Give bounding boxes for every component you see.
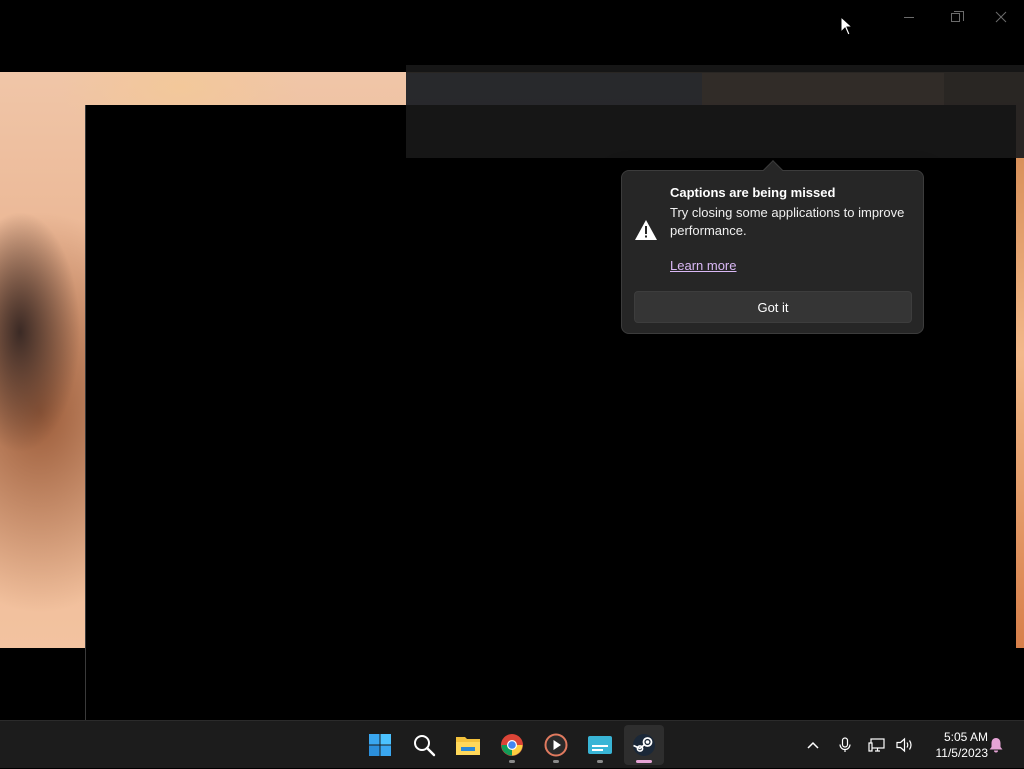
running-indicator [509,760,515,763]
search-button[interactable] [404,725,444,765]
captions-bar-strip-right [702,73,944,105]
clock-date: 11/5/2023 [935,746,989,760]
windows-start-icon [369,734,391,756]
maximize-button[interactable] [932,0,978,34]
tip-message: Try closing some applications to improve… [670,205,905,238]
notifications-button[interactable] [984,725,1008,765]
volume-button[interactable] [891,721,919,769]
microphone-button[interactable] [831,721,859,769]
file-explorer-button[interactable] [448,725,488,765]
minimize-button[interactable] [886,0,932,34]
running-indicator [553,760,559,763]
network-icon [868,738,885,752]
media-player-button[interactable] [536,725,576,765]
tip-title: Captions are being missed [670,185,836,200]
captions-bar-strip-left [406,73,702,105]
active-indicator [636,760,652,763]
show-hidden-icons-button[interactable] [799,721,827,769]
desktop-wallpaper-edge [1016,158,1024,648]
chrome-icon [501,734,523,756]
clock[interactable]: 5:05 AM 11/5/2023 [920,729,989,761]
running-indicator [597,760,603,763]
chevron-up-icon [807,741,819,749]
system-tray [799,721,919,769]
chrome-button[interactable] [492,725,532,765]
start-button[interactable] [360,725,400,765]
microphone-icon [839,737,851,752]
live-captions-bar [406,65,1024,158]
got-it-button[interactable]: Got it [634,291,912,323]
captions-missed-tip: Captions are being missed Try closing so… [621,160,924,334]
live-captions-button[interactable] [580,725,620,765]
steam-icon [633,734,655,756]
close-icon [995,11,1007,23]
folder-icon [456,737,480,755]
restore-icon [950,10,964,22]
search-icon [414,735,436,757]
play-icon [544,733,568,757]
taskbar: 5:05 AM 11/5/2023 [0,720,1024,768]
volume-icon [896,737,912,753]
steam-button[interactable] [624,725,664,765]
learn-more-link[interactable]: Learn more [670,258,736,273]
clock-time: 5:05 AM [943,730,988,744]
bell-icon [989,738,1003,753]
minimize-icon [904,16,914,18]
captions-icon [588,736,612,754]
close-button[interactable] [978,0,1024,34]
warning-icon [635,220,657,240]
network-button[interactable] [863,721,891,769]
mouse-cursor-icon [840,16,854,36]
window-controls [884,0,1024,34]
